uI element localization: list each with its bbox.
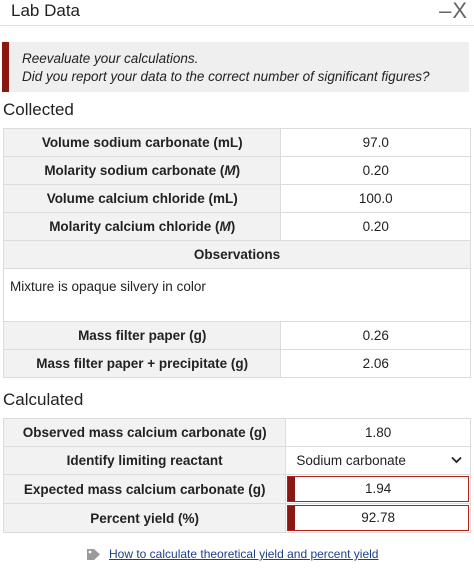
window-titlebar: Lab Data –X xyxy=(0,0,474,26)
observations-heading: Observations xyxy=(3,240,471,269)
row-value: 0.20 xyxy=(280,212,471,241)
row-label: Volume sodium carbonate (mL) xyxy=(2,128,282,157)
observations-header-row: Observations xyxy=(3,240,471,269)
row-label: Expected mass calcium carbonate (g) xyxy=(2,474,287,504)
error-marker xyxy=(288,506,296,530)
row-label: Identify limiting reactant xyxy=(2,446,287,475)
window-controls[interactable]: –X xyxy=(439,0,468,24)
row-value: 97.0 xyxy=(280,128,471,157)
row-label: Molarity sodium carbonate (M) xyxy=(2,156,282,185)
observed-mass-value: 1.80 xyxy=(285,418,471,447)
limiting-reactant-value: Sodium carbonate xyxy=(296,453,406,468)
alert-line-2: Did you report your data to the correct … xyxy=(22,69,430,84)
expected-mass-input[interactable]: 1.94 xyxy=(287,476,469,502)
collected-table: Volume sodium carbonate (mL) 97.0 Molari… xyxy=(2,128,471,378)
window-title: Lab Data xyxy=(11,1,80,20)
collected-heading: Collected xyxy=(3,100,74,119)
tag-icon xyxy=(86,548,101,561)
observations-text: Mixture is opaque silvery in color xyxy=(3,268,471,322)
calculated-table: Observed mass calcium carbonate (g) 1.80… xyxy=(2,418,471,533)
row-label: Mass filter paper (g) xyxy=(2,321,282,350)
row-value: 2.06 xyxy=(280,349,471,378)
table-row: Observed mass calcium carbonate (g) 1.80 xyxy=(2,418,471,447)
row-label: Volume calcium chloride (mL) xyxy=(2,184,282,213)
percent-yield-input[interactable]: 92.78 xyxy=(287,505,469,531)
row-label: Observed mass calcium carbonate (g) xyxy=(2,418,287,447)
calculated-heading: Calculated xyxy=(3,390,84,409)
feedback-alert: Reevaluate your calculations. Did you re… xyxy=(2,42,469,92)
table-row: Volume sodium carbonate (mL) 97.0 xyxy=(2,128,471,157)
limiting-reactant-select[interactable]: Sodium carbonate xyxy=(285,446,471,475)
table-row: Mass filter paper + precipitate (g) 2.06 xyxy=(2,349,471,378)
row-value: 0.26 xyxy=(280,321,471,350)
percent-yield-value: 92.78 xyxy=(361,510,396,525)
row-label: Mass filter paper + precipitate (g) xyxy=(2,349,282,378)
table-row: Mass filter paper (g) 0.26 xyxy=(2,321,471,350)
table-row: Expected mass calcium carbonate (g) 1.94 xyxy=(2,474,471,504)
row-value: 0.20 xyxy=(280,156,471,185)
observations-row: Mixture is opaque silvery in color xyxy=(3,268,471,322)
error-marker xyxy=(288,477,296,501)
row-label: Percent yield (%) xyxy=(2,503,287,533)
help-link[interactable]: How to calculate theoretical yield and p… xyxy=(109,547,378,561)
table-row: Molarity calcium chloride (M) 0.20 xyxy=(2,212,471,241)
chevron-down-icon xyxy=(451,453,462,467)
row-label: Molarity calcium chloride (M) xyxy=(2,212,282,241)
table-row: Percent yield (%) 92.78 xyxy=(2,503,471,533)
alert-line-1: Reevaluate your calculations. xyxy=(22,51,199,66)
table-row: Molarity sodium carbonate (M) 0.20 xyxy=(2,156,471,185)
expected-mass-value: 1.94 xyxy=(365,481,392,496)
row-value: 100.0 xyxy=(280,184,471,213)
table-row: Volume calcium chloride (mL) 100.0 xyxy=(2,184,471,213)
table-row: Identify limiting reactant Sodium carbon… xyxy=(2,446,471,475)
